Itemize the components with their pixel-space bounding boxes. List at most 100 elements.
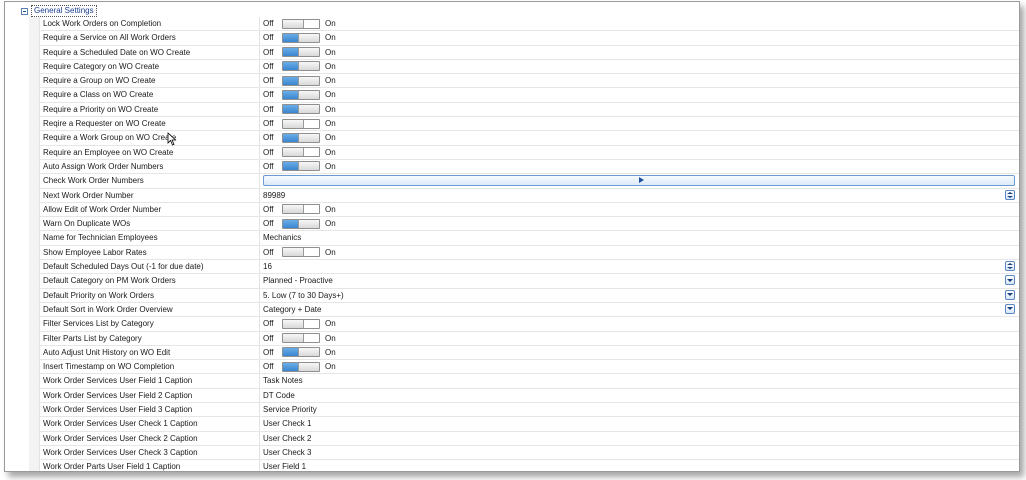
column-divider <box>259 403 260 417</box>
toggle-thumb[interactable] <box>298 219 319 228</box>
text-field[interactable]: DT Code <box>263 389 1019 402</box>
toggle-switch[interactable] <box>282 132 320 143</box>
toggle-thumb[interactable] <box>298 48 319 57</box>
toggle-off-label: Off <box>263 319 274 329</box>
toggle-off-label: Off <box>263 33 274 43</box>
check-work-order-numbers-button[interactable] <box>263 175 1015 187</box>
column-divider <box>259 102 260 117</box>
toggle-thumb[interactable] <box>298 133 319 142</box>
toggle-thumb[interactable] <box>283 148 304 157</box>
toggle-thumb[interactable] <box>298 76 319 85</box>
dropdown-field[interactable]: 5. Low (7 to 30 Days+) <box>263 289 1019 302</box>
toggle-switch[interactable] <box>282 118 320 129</box>
toggle-on-label: On <box>325 33 336 43</box>
setting-label: Work Order Services User Check 1 Caption <box>43 419 198 429</box>
toggle-thumb[interactable] <box>283 334 304 343</box>
dropdown-button[interactable] <box>1005 289 1015 300</box>
text-field[interactable]: User Check 1 <box>263 417 1019 430</box>
toggle-switch[interactable] <box>282 147 320 158</box>
setting-label: Default Scheduled Days Out (-1 for due d… <box>43 262 204 272</box>
toggle-switch[interactable] <box>282 104 320 115</box>
toggle-switch[interactable] <box>282 89 320 100</box>
dropdown-field[interactable]: Planned - Proactive <box>263 274 1019 287</box>
toggle-switch[interactable] <box>282 218 320 229</box>
toggle-thumb[interactable] <box>283 19 304 28</box>
toggle-on-label: On <box>325 19 336 28</box>
toggle-on-label: On <box>325 47 336 57</box>
text-field[interactable]: User Field 1 <box>263 460 1019 471</box>
toggle-thumb[interactable] <box>298 348 319 357</box>
column-divider <box>259 45 260 59</box>
toggle-thumb[interactable] <box>283 248 304 257</box>
column-divider <box>259 302 260 317</box>
toggle-thumb[interactable] <box>298 105 319 114</box>
toggle-thumb[interactable] <box>298 362 319 371</box>
toggle-switch[interactable] <box>282 247 320 258</box>
setting-label: Work Order Services User Field 1 Caption <box>43 376 193 386</box>
setting-row-default-category-on-pm-work-orders: Default Category on PM Work Orders Planne… <box>39 274 1019 289</box>
setting-row-work-order-services-user-check-1-caption: Work Order Services User Check 1 Caption… <box>39 417 1019 432</box>
toggle-switch[interactable] <box>282 75 320 86</box>
toggle-switch[interactable] <box>282 61 320 72</box>
setting-label: Show Employee Labor Rates <box>43 247 147 257</box>
chevron-down-icon <box>1007 278 1013 282</box>
toggle-switch[interactable] <box>282 47 320 58</box>
column-divider <box>259 159 260 174</box>
setting-label: Work Order Parts User Field 1 Caption <box>43 462 181 472</box>
setting-label: Next Work Order Number <box>43 190 134 200</box>
toggle-off-label: Off <box>263 61 274 71</box>
toggle-switch[interactable] <box>282 204 320 215</box>
toggle-off-label: Off <box>263 119 274 129</box>
toggle-thumb[interactable] <box>298 33 319 42</box>
toggle-thumb[interactable] <box>283 205 304 214</box>
toggle-control: Off On <box>263 246 1019 259</box>
text-field[interactable]: Mechanics <box>263 231 1019 244</box>
toggle-thumb[interactable] <box>283 119 304 128</box>
toggle-on-label: On <box>325 219 336 229</box>
toggle-off-label: Off <box>263 347 274 357</box>
general-settings-group-header[interactable]: General Settings <box>21 5 97 17</box>
text-field[interactable]: Service Priority <box>263 403 1019 416</box>
toggle-switch[interactable] <box>282 361 320 372</box>
chevron-down-icon <box>1007 307 1013 311</box>
dropdown-button[interactable] <box>1005 275 1015 286</box>
setting-row-require-a-priority-on-wo-create: Require a Priority on WO Create Off On <box>39 102 1019 118</box>
text-field[interactable]: User Check 3 <box>263 446 1019 459</box>
toggle-switch[interactable] <box>282 318 320 329</box>
toggle-thumb[interactable] <box>298 162 319 171</box>
dropdown-button[interactable] <box>1005 303 1015 314</box>
setting-label: Require a Work Group on WO Create <box>43 133 177 143</box>
setting-label: Default Sort in Work Order Overview <box>43 304 173 314</box>
toggle-switch[interactable] <box>282 32 320 43</box>
toggle-control: Off On <box>263 332 1019 345</box>
spin-button[interactable] <box>1005 261 1015 272</box>
toggle-on-label: On <box>325 133 336 143</box>
toggle-control: Off On <box>263 217 1019 230</box>
setting-label: Lock Work Orders on Completion <box>43 19 162 28</box>
toggle-off-label: Off <box>263 161 274 171</box>
spin-button[interactable] <box>1005 189 1015 200</box>
column-divider <box>259 59 260 74</box>
setting-row-name-for-technician-employees: Name for Technician Employees Mechanics <box>39 231 1019 246</box>
setting-row-auto-adjust-unit-history-on-wo-edit: Auto Adjust Unit History on WO Edit Off On <box>39 345 1019 361</box>
toggle-thumb[interactable] <box>283 319 304 328</box>
toggle-thumb[interactable] <box>298 62 319 71</box>
toggle-off-label: Off <box>263 47 274 57</box>
setting-label: Default Priority on Work Orders <box>43 290 154 300</box>
toggle-thumb[interactable] <box>298 90 319 99</box>
collapse-icon[interactable] <box>21 7 28 15</box>
toggle-switch[interactable] <box>282 333 320 344</box>
dropdown-field[interactable]: Category + Date <box>263 303 1019 316</box>
toggle-off-label: Off <box>263 19 274 28</box>
toggle-switch[interactable] <box>282 161 320 172</box>
column-divider <box>259 202 260 217</box>
spin-arrows-icon <box>1007 191 1013 198</box>
toggle-on-label: On <box>325 104 336 114</box>
toggle-switch[interactable] <box>282 18 320 29</box>
number-field[interactable]: 16 <box>263 260 1019 273</box>
setting-label: Filter Parts List by Category <box>43 333 142 343</box>
text-field[interactable]: Task Notes <box>263 374 1019 387</box>
number-field[interactable]: 89989 <box>263 189 1019 202</box>
text-field[interactable]: User Check 2 <box>263 432 1019 445</box>
toggle-switch[interactable] <box>282 347 320 358</box>
